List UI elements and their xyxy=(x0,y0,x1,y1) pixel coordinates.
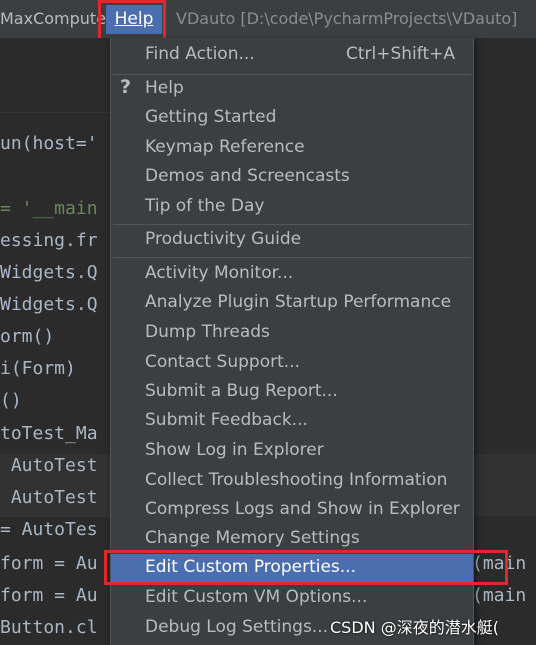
shortcut-label: Ctrl+Shift+A xyxy=(345,44,455,64)
menu-item-getting-started[interactable]: Getting Started xyxy=(111,104,473,132)
selected-item-highlight-box xyxy=(104,550,508,585)
code-line: essing.fr xyxy=(0,230,98,251)
code-fragment: (main xyxy=(472,585,527,606)
menu-item-show-log[interactable]: Show Log in Explorer xyxy=(111,437,473,465)
menu-item-demos[interactable]: Demos and Screencasts xyxy=(111,163,473,191)
code-line: Widgets.Q xyxy=(0,294,98,315)
menu-item-edit-custom-vm-options[interactable]: Edit Custom VM Options... xyxy=(111,584,473,612)
code-line: Widgets.Q xyxy=(0,262,98,283)
code-line: i(Form) xyxy=(0,358,76,379)
code-line: AutoTest xyxy=(0,487,98,508)
menu-item-submit-feedback[interactable]: Submit Feedback... xyxy=(111,407,473,435)
menu-item-help[interactable]: ? Help xyxy=(111,75,473,103)
code-line: Button.cl xyxy=(0,617,98,638)
code-line: AutoTest xyxy=(0,455,98,476)
menu-item-productivity-guide[interactable]: Productivity Guide xyxy=(111,226,473,254)
menu-item-tip-of-the-day[interactable]: Tip of the Day xyxy=(111,193,473,221)
menu-item-analyze-plugin[interactable]: Analyze Plugin Startup Performance xyxy=(111,289,473,317)
code-line: = AutoTes xyxy=(0,519,98,540)
code-line: form = Au xyxy=(0,585,98,606)
menu-item-activity-monitor[interactable]: Activity Monitor... xyxy=(111,260,473,288)
menu-separator xyxy=(113,257,471,258)
menu-item-find-action[interactable]: Find Action... Ctrl+Shift+A xyxy=(111,41,473,69)
menu-item-change-memory[interactable]: Change Memory Settings xyxy=(111,525,473,553)
menu-item-collect-troubleshooting[interactable]: Collect Troubleshooting Information xyxy=(111,467,473,495)
code-line: orm() xyxy=(0,326,55,347)
code-line: = '__main xyxy=(0,198,98,219)
help-highlight-box xyxy=(98,0,166,43)
code-line: () xyxy=(0,390,22,411)
code-line: un(host=' xyxy=(0,133,98,154)
menu-bar: MaxCompute Help VDauto [D:\code\PycharmP… xyxy=(0,0,536,38)
window-title: VDauto [D:\code\PycharmProjects\VDauto] xyxy=(176,9,518,28)
menu-item-submit-bug-report[interactable]: Submit a Bug Report... xyxy=(111,378,473,406)
menu-item-dump-threads[interactable]: Dump Threads xyxy=(111,319,473,347)
code-line: toTest_Ma xyxy=(0,423,98,444)
menu-maxcompute[interactable]: MaxCompute xyxy=(0,9,106,28)
question-mark-icon: ? xyxy=(120,76,132,98)
menu-item-contact-support[interactable]: Contact Support... xyxy=(111,349,473,377)
code-line: form = Au xyxy=(0,553,98,574)
menu-item-compress-logs[interactable]: Compress Logs and Show in Explorer xyxy=(111,496,473,524)
watermark: CSDN @深夜的潜水艇( xyxy=(330,618,499,637)
menu-item-keymap-reference[interactable]: Keymap Reference xyxy=(111,134,473,162)
menu-separator xyxy=(113,224,471,225)
